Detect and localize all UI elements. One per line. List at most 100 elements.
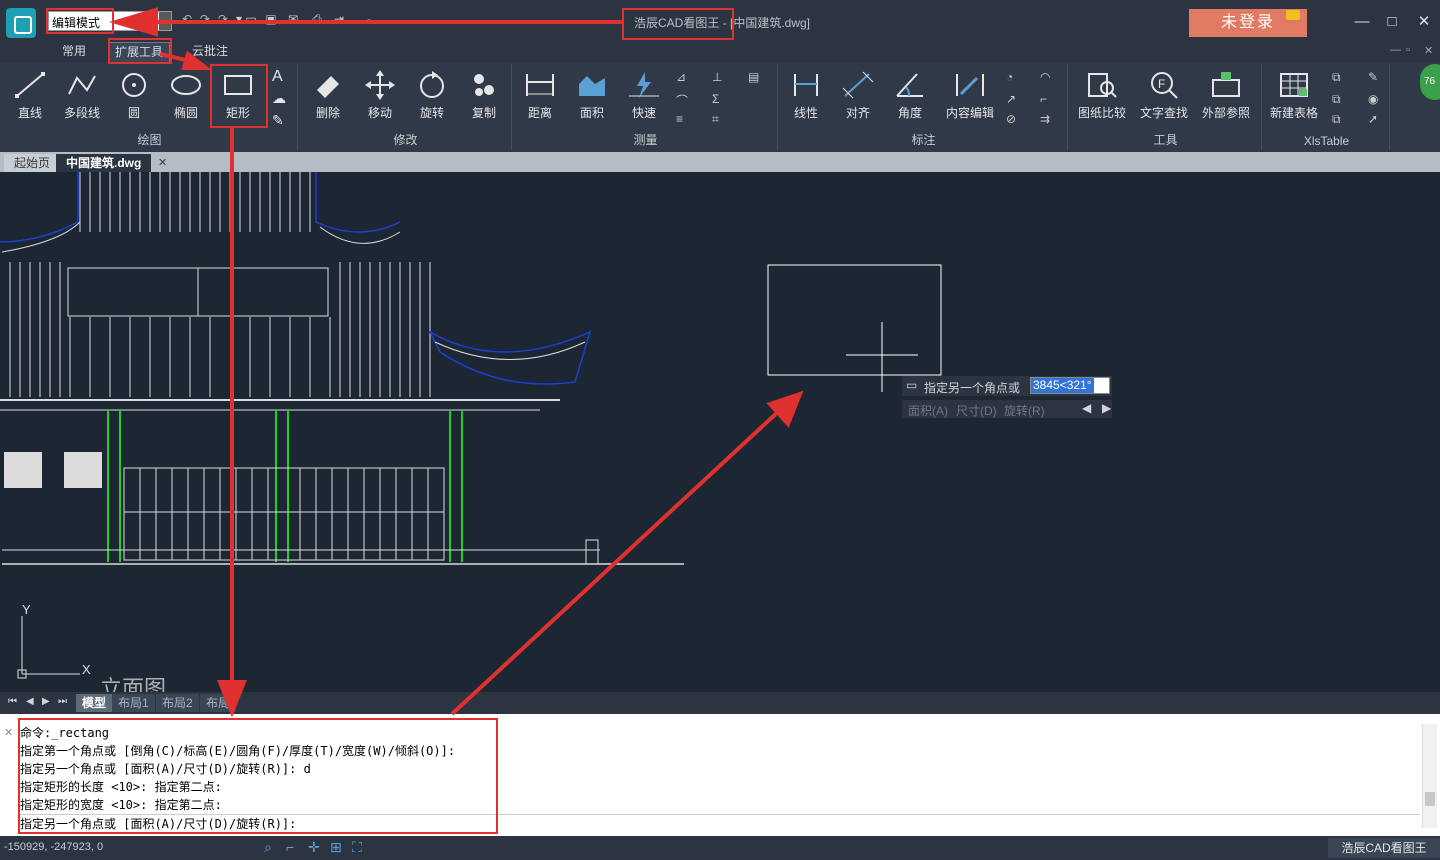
tab-layout3[interactable]: 布局3 bbox=[200, 694, 236, 712]
line-tool-label: 直线 bbox=[17, 106, 42, 120]
measure-list-icon[interactable]: ≡ bbox=[676, 112, 692, 128]
dim-radius-icon[interactable]: ◔ bbox=[1006, 70, 1022, 86]
aligned-dim-tool-button[interactable]: 对齐 bbox=[834, 68, 882, 126]
table-edit-icon[interactable]: ✎ bbox=[1368, 70, 1384, 86]
export-icon[interactable]: ⇥ bbox=[332, 12, 346, 26]
table-select-icon[interactable]: ➚ bbox=[1368, 112, 1384, 128]
text-tool-icon[interactable]: A bbox=[272, 68, 283, 86]
table-export-icon[interactable]: ⧉ bbox=[1332, 92, 1348, 108]
annotation-box-rect-tool bbox=[210, 64, 268, 128]
line-tool-button[interactable]: 直线 bbox=[6, 68, 54, 126]
side-badge[interactable]: 76 bbox=[1420, 64, 1440, 100]
ellipse-tool-label: 椭圆 bbox=[173, 106, 198, 120]
open-icon[interactable]: ▭ bbox=[244, 12, 258, 26]
measure-table-icon[interactable]: ▤ bbox=[748, 70, 764, 86]
cloud-tool-icon[interactable]: ☁ bbox=[272, 90, 286, 107]
measure-arc-icon[interactable]: ⌒ bbox=[676, 92, 692, 108]
aligned-dim-tool-label: 对齐 bbox=[845, 106, 870, 120]
option-rotate[interactable]: 旋转(R) bbox=[1004, 402, 1045, 419]
xref-tool-button[interactable]: 外部参照 bbox=[1198, 68, 1254, 126]
next-layout-icon[interactable]: ▶ bbox=[42, 696, 50, 707]
content-edit-tool-button[interactable]: 内容编辑 bbox=[942, 68, 998, 126]
circle-tool-label: 圆 bbox=[127, 106, 140, 120]
measure-coord-icon[interactable]: ⊥ bbox=[712, 70, 728, 86]
dynamic-input-field[interactable]: 3845<321° bbox=[1030, 377, 1110, 394]
grid-icon[interactable]: ⊞ bbox=[330, 839, 342, 856]
fullscreen-icon[interactable]: ⛶ bbox=[352, 839, 362, 856]
distance-tool-button[interactable]: 距离 bbox=[516, 68, 564, 126]
prev-layout-icon[interactable]: ◀ bbox=[26, 696, 34, 707]
scrollbar-thumb[interactable] bbox=[1425, 792, 1435, 806]
table-link-icon[interactable]: ⧉ bbox=[1332, 112, 1348, 128]
rotate-tool-button[interactable]: 旋转 bbox=[408, 68, 456, 126]
find-text-tool-button[interactable]: F 文字查找 bbox=[1136, 68, 1192, 126]
chevron-down-icon[interactable] bbox=[159, 12, 171, 30]
circle-tool-button[interactable]: 圆 bbox=[110, 68, 158, 126]
ellipse-tool-button[interactable]: 椭圆 bbox=[162, 68, 210, 126]
tab-start-page[interactable]: 起始页 bbox=[4, 154, 61, 172]
table-view-icon[interactable]: ◉ bbox=[1368, 92, 1384, 108]
command-scrollbar[interactable] bbox=[1422, 724, 1437, 828]
tab-layout1[interactable]: 布局1 bbox=[112, 694, 155, 712]
prev-option-icon[interactable]: ◀ bbox=[1082, 401, 1091, 415]
dim-ordinate-icon[interactable]: ⌐ bbox=[1040, 92, 1056, 108]
status-bar: -150929, -247923, 0 ⌕ ⌐ ✛ ⊞ ⛶ 浩辰CAD看图王 bbox=[0, 836, 1440, 860]
angle-dim-tool-button[interactable]: 角度 bbox=[886, 68, 934, 126]
dim-diameter-icon[interactable]: ⊘ bbox=[1006, 112, 1022, 128]
option-size[interactable]: 尺寸(D) bbox=[956, 402, 997, 419]
tab-common[interactable]: 常用 bbox=[56, 42, 92, 62]
linear-dim-tool-button[interactable]: 线性 bbox=[782, 68, 830, 126]
ribbon-group-label: 标注 bbox=[911, 133, 936, 147]
maximize-button[interactable]: □ bbox=[1380, 12, 1404, 32]
print-icon[interactable]: ⎙ bbox=[310, 12, 324, 26]
xref-tool-label: 外部参照 bbox=[1201, 106, 1250, 120]
option-area[interactable]: 面积(A) bbox=[908, 402, 948, 419]
brand-label: 浩辰CAD看图王 bbox=[1328, 838, 1440, 858]
mail-icon[interactable]: ✉ bbox=[286, 12, 300, 26]
drawing-canvas[interactable]: Y X 立面图 bbox=[0, 172, 1440, 692]
copy-icon bbox=[474, 74, 494, 96]
copy-tool-button[interactable]: 复制 bbox=[460, 68, 508, 126]
measure-sum-icon[interactable]: Σ bbox=[712, 92, 728, 108]
tab-cloud-annotation[interactable]: 云批注 bbox=[186, 42, 234, 62]
tab-drawing-file[interactable]: 中国建筑.dwg bbox=[56, 154, 152, 172]
ribbon-restore-icon[interactable]: ▫ bbox=[1406, 44, 1410, 56]
ortho-icon[interactable]: ⌐ bbox=[286, 839, 294, 855]
measure-set-icon[interactable]: ⌗ bbox=[712, 112, 728, 128]
last-layout-icon[interactable]: ⏭ bbox=[58, 696, 67, 707]
ribbon-close-icon[interactable]: ✕ bbox=[1424, 44, 1433, 57]
move-tool-button[interactable]: 移动 bbox=[356, 68, 404, 126]
table-import-icon[interactable]: ⧉ bbox=[1332, 70, 1348, 86]
undo-icon[interactable]: ↶ bbox=[180, 12, 194, 26]
area-icon bbox=[579, 76, 605, 96]
circle-icon bbox=[122, 73, 146, 97]
minimize-button[interactable]: — bbox=[1350, 12, 1374, 32]
zoom-icon[interactable]: ⌕ bbox=[264, 839, 272, 856]
polyline-tool-button[interactable]: 多段线 bbox=[58, 68, 106, 126]
dim-arc-icon[interactable]: ◠ bbox=[1040, 70, 1056, 86]
first-layout-icon[interactable]: ⏮ bbox=[8, 696, 17, 707]
more-icon[interactable]: - bbox=[362, 12, 376, 26]
command-close-icon[interactable]: ✕ bbox=[4, 726, 13, 739]
cad-drawing[interactable]: Y X 立面图 bbox=[0, 172, 1440, 692]
dim-continue-icon[interactable]: ⇉ bbox=[1040, 112, 1056, 128]
ribbon-minimize-icon[interactable]: — bbox=[1390, 44, 1401, 56]
redo-more-icon[interactable]: ↷ bbox=[216, 12, 230, 26]
compare-tool-button[interactable]: 图纸比较 bbox=[1074, 68, 1130, 126]
area-tool-button[interactable]: 面积 bbox=[568, 68, 616, 126]
next-option-icon[interactable]: ▶ bbox=[1102, 401, 1111, 415]
measure-angle-icon[interactable]: ⊿ bbox=[676, 70, 692, 86]
tab-close-icon[interactable]: ✕ bbox=[158, 156, 167, 169]
dim-leader-icon[interactable]: ↗ bbox=[1006, 92, 1022, 108]
hatch-tool-icon[interactable]: ✎ bbox=[272, 112, 284, 129]
new-table-tool-button[interactable]: 新建表格 bbox=[1266, 68, 1322, 126]
tab-model[interactable]: 模型 bbox=[76, 694, 113, 712]
snap-icon[interactable]: ✛ bbox=[308, 839, 320, 856]
delete-tool-button[interactable]: 删除 bbox=[304, 68, 352, 126]
close-button[interactable]: ✕ bbox=[1412, 12, 1436, 32]
dynamic-input-options: 面积(A) 尺寸(D) 旋转(R) ◀ ▶ bbox=[902, 400, 1112, 418]
quick-measure-tool-button[interactable]: 快速 bbox=[620, 68, 668, 126]
save-icon[interactable]: ▣ bbox=[264, 12, 278, 26]
redo-icon[interactable]: ↷ bbox=[198, 12, 212, 26]
tab-layout2[interactable]: 布局2 bbox=[156, 694, 199, 712]
